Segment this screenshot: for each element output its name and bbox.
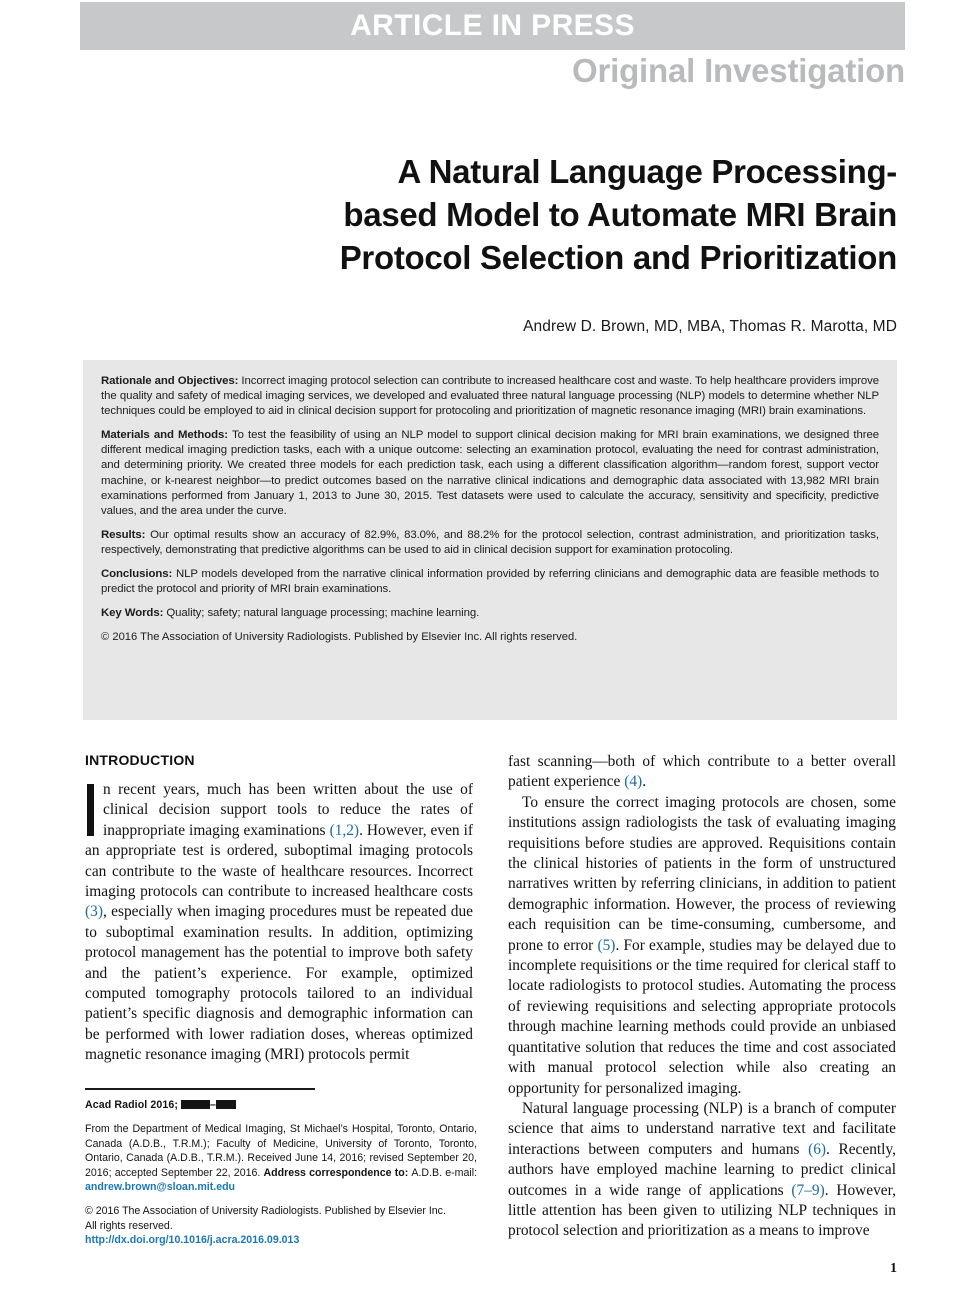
abstract-section-results: Results: Our optimal results show an acc… — [101, 528, 879, 558]
abstract-copyright: © 2016 The Association of University Rad… — [101, 631, 578, 644]
abstract-label-rationale: Rationale and Objectives: — [101, 375, 239, 387]
right-text-part-2-end: . For example, studies may be delayed du… — [508, 936, 896, 1097]
page-number: 1 — [890, 1261, 897, 1276]
right-text-part-1: fast scanning—both of which contribute t… — [508, 753, 896, 791]
redacted-pages-block-start — [190, 1100, 211, 1109]
citation-ref-3[interactable]: (3) — [85, 903, 103, 920]
footnote-block: Acad Radiol 2016; – From the Department … — [85, 1098, 477, 1248]
citation-ref-1-2[interactable]: (1,2) — [330, 822, 360, 839]
article-in-press-banner: ARTICLE IN PRESS — [80, 2, 905, 50]
body-column-left: INTRODUCTION n recent years, much has be… — [85, 752, 473, 1066]
abstract-text-conclusions: NLP models developed from the narrative … — [101, 568, 879, 596]
citation-ref-4[interactable]: (4) — [624, 773, 642, 790]
footnote-affiliation: From the Department of Medical Imaging, … — [85, 1122, 477, 1194]
citation-ref-7-9[interactable]: (7–9) — [791, 1182, 824, 1199]
footnote-doi-link[interactable]: http://dx.doi.org/10.1016/j.acra.2016.09… — [85, 1233, 477, 1247]
abstract-label-keywords: Key Words: — [101, 607, 164, 620]
abstract-text-keywords: Quality; safety; natural language proces… — [163, 607, 480, 620]
footnote-citation: Acad Radiol 2016; – — [85, 1098, 477, 1112]
dropcap-i-glyph — [87, 784, 94, 836]
abstract-label-results: Results: — [101, 528, 146, 541]
heading-introduction: INTRODUCTION — [85, 752, 195, 768]
right-text-part-2: To ensure the correct imaging protocols … — [508, 793, 896, 954]
abstract-text-methods: To test the feasibility of using an NLP … — [101, 429, 879, 517]
footnote-email-link[interactable]: andrew.brown@sloan.mit.edu — [85, 1181, 235, 1193]
abstract-section-conclusions: Conclusions: NLP models developed from t… — [101, 567, 879, 597]
redacted-volume-block — [181, 1100, 191, 1109]
footnote-correspondence-label: Address correspondence to: — [263, 1166, 412, 1179]
abstract-section-keywords: Key Words: Quality; safety; natural lang… — [101, 606, 879, 621]
footnote-copyright-line-2: All rights reserved. — [85, 1219, 173, 1232]
intro-paragraph: n recent years, much has been written ab… — [85, 780, 473, 1066]
redacted-pages-block-end — [216, 1100, 237, 1109]
citation-ref-6[interactable]: (6) — [808, 1141, 826, 1158]
footnote-correspondence-tail: A.D.B. e-mail: — [411, 1166, 478, 1179]
abstract-section-rationale: Rationale and Objectives: Incorrect imag… — [101, 374, 879, 419]
author-list: Andrew D. Brown, MD, MBA, Thomas R. Maro… — [523, 318, 897, 335]
article-in-press-label: ARTICLE IN PRESS — [350, 9, 635, 42]
right-paragraph-2: To ensure the correct imaging protocols … — [508, 793, 896, 1099]
abstract-label-conclusions: Conclusions: — [101, 568, 173, 581]
right-paragraph-3: Natural language processing (NLP) is a b… — [508, 1099, 896, 1242]
abstract-section-methods: Materials and Methods: To test the feasi… — [101, 428, 879, 519]
journal-section-label: Original Investigation — [572, 52, 905, 89]
abstract-label-methods: Materials and Methods: — [101, 429, 228, 442]
abstract-block: Rationale and Objectives: Incorrect imag… — [83, 360, 897, 720]
footnote-citation-text: Acad Radiol 2016; — [85, 1099, 178, 1111]
body-column-right: fast scanning—both of which contribute t… — [508, 752, 896, 1242]
footnote-copyright-line-1: © 2016 The Association of University Rad… — [85, 1205, 446, 1218]
right-paragraph-continued: fast scanning—both of which contribute t… — [508, 752, 896, 793]
title-line-2: based Model to Automate MRI Brain — [343, 196, 897, 234]
paper-page: { "header": { "press_banner": "ARTICLE I… — [0, 0, 975, 1305]
abstract-text-results: Our optimal results show an accuracy of … — [101, 528, 879, 556]
footnote-divider — [85, 1088, 315, 1090]
title-line-1: A Natural Language Processing- — [397, 153, 897, 191]
intro-text-part-3: , especially when imaging procedures mus… — [85, 903, 473, 1064]
right-text-part-1-end: . — [642, 773, 647, 791]
page-title: A Natural Language Processing- based Mod… — [83, 150, 898, 279]
title-line-3: Protocol Selection and Prioritization — [339, 239, 898, 277]
citation-ref-5[interactable]: (5) — [597, 937, 615, 954]
